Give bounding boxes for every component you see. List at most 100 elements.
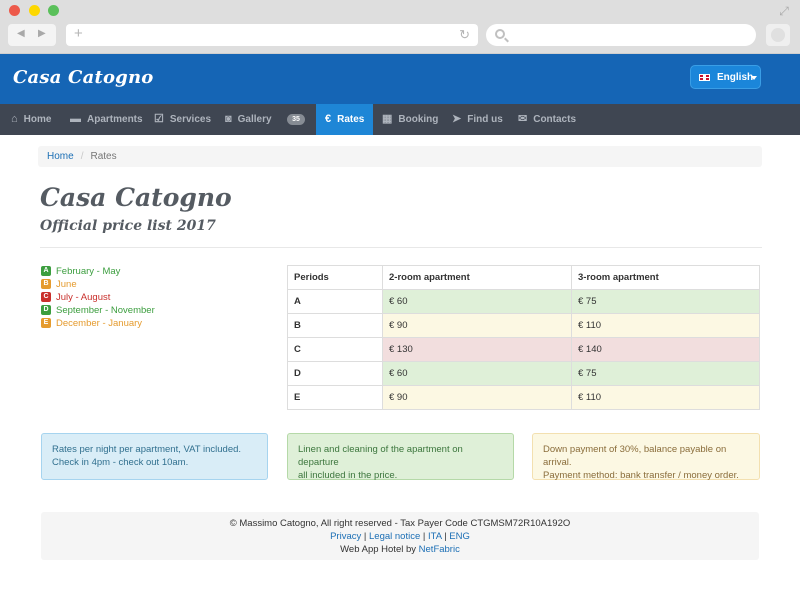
nav-item-services[interactable]: ☑ Services [154, 104, 211, 135]
legend-item: A February - May [41, 266, 155, 279]
two-room-price-cell: € 90 [382, 313, 572, 338]
two-room-price-cell: € 60 [382, 289, 572, 314]
info-text-line: Down payment of 30%, balance payable on … [543, 444, 727, 468]
legend-item: C July - August [41, 292, 155, 305]
credit-line: Web App Hotel by NetFabric [41, 543, 759, 556]
fullscreen-icon[interactable]: ⤢ [777, 4, 791, 18]
camera-icon: ◙ [225, 113, 232, 125]
page-title: Casa Catogno [40, 183, 232, 212]
legend-item: E December - January [41, 318, 155, 331]
info-box-rates: Rates per night per apartment, VAT inclu… [41, 433, 268, 480]
page-subtitle: Official price list 2017 [40, 218, 216, 234]
euro-icon: € [325, 113, 332, 125]
checkbox-icon: ☑ [154, 113, 164, 125]
period-range: February - May [56, 266, 121, 277]
period-range: June [56, 279, 77, 290]
period-code-badge: B [41, 279, 51, 290]
period-legend: A February - May B June C July - August D Se… [41, 266, 155, 331]
three-room-price-cell: € 75 [571, 361, 760, 386]
period-range: December - January [56, 318, 143, 329]
two-room-price-cell: € 130 [382, 337, 572, 362]
uk-flag-icon [699, 74, 710, 81]
three-room-price-cell: € 110 [571, 313, 760, 338]
nav-item-label: Services [169, 114, 212, 125]
period-code-badge: E [41, 318, 51, 329]
footer-separator: | [363, 531, 367, 542]
nav-item-contacts[interactable]: ✉ Contacts [518, 104, 576, 135]
nav-item-rates[interactable]: € Rates [316, 104, 374, 135]
caret-down-icon [751, 76, 757, 80]
language-label: English [717, 72, 754, 83]
period-code-badge: D [41, 305, 51, 316]
back-icon[interactable]: ◀ [17, 28, 25, 39]
nav-item-apartments[interactable]: ▬ Apartments [70, 104, 143, 135]
table-row: C € 130 € 140 [287, 337, 760, 362]
breadcrumb-home-link[interactable]: Home [47, 151, 74, 162]
reload-icon[interactable]: ↻ [459, 27, 470, 42]
nav-item-label: Home [23, 114, 52, 125]
site-header: Casa Catogno [0, 54, 800, 104]
legal-notice-link[interactable]: Legal notice [369, 531, 420, 542]
column-header: 2-room apartment [382, 265, 572, 290]
nav-item-home[interactable]: ⌂ Home [11, 104, 51, 135]
address-bar[interactable]: + ↻ [66, 24, 478, 46]
breadcrumb: Home / Rates [38, 146, 762, 167]
english-language-link[interactable]: ENG [449, 531, 470, 542]
browser-search-input[interactable] [486, 24, 756, 46]
breadcrumb-current: Rates [90, 151, 117, 162]
italian-language-link[interactable]: ITA [428, 531, 442, 542]
period-cell: D [287, 361, 383, 386]
privacy-link[interactable]: Privacy [330, 531, 361, 542]
new-tab-icon[interactable]: + [74, 26, 83, 42]
nav-item-label: Gallery [237, 114, 272, 125]
period-cell: A [287, 289, 383, 314]
three-room-price-cell: € 140 [571, 337, 760, 362]
site-logo[interactable]: Casa Catogno [13, 67, 153, 88]
nav-item-label: Booking [398, 114, 439, 125]
close-window-button[interactable] [9, 5, 20, 16]
calendar-icon: ▦ [382, 113, 393, 125]
period-cell: C [287, 337, 383, 362]
table-row: B € 90 € 110 [287, 313, 760, 338]
legend-item: D September - November [41, 305, 155, 318]
info-box-payment: Down payment of 30%, balance payable on … [532, 433, 760, 481]
period-code-badge: C [41, 292, 51, 303]
three-room-price-cell: € 75 [571, 289, 760, 314]
language-dropdown[interactable]: English [690, 65, 761, 89]
home-icon: ⌂ [11, 113, 18, 125]
period-code-badge: A [41, 266, 51, 277]
history-buttons: ◀ ▶ [8, 24, 56, 46]
minimize-window-button[interactable] [29, 5, 40, 16]
nav-item-gallery[interactable]: ◙ Gallery [225, 104, 272, 135]
info-box-linen: Linen and cleaning of the apartment on d… [287, 433, 514, 481]
breadcrumb-separator: / [80, 151, 84, 162]
nav-item-find-us[interactable]: ➤ Find us [452, 104, 503, 135]
period-cell: E [287, 385, 383, 410]
column-header: Periods [287, 265, 383, 290]
location-arrow-icon: ➤ [452, 113, 462, 125]
info-text-line: Payment method: bank transfer / money or… [543, 470, 739, 481]
envelope-icon: ✉ [518, 113, 528, 125]
table-header-row: Periods 2-room apartment 3-room apartmen… [287, 265, 760, 290]
main-nav: ⌂ Home ▬ Apartments ☑ Services ◙ Gallery € Ra… [0, 104, 800, 135]
footer-separator: | [444, 531, 447, 542]
netfabric-link[interactable]: NetFabric [419, 544, 460, 555]
period-range: July - August [56, 292, 111, 303]
nav-item-label: Rates [337, 114, 365, 125]
period-cell: B [287, 313, 383, 338]
footer-separator: | [422, 531, 426, 542]
divider [40, 247, 762, 248]
search-icon [495, 29, 505, 39]
footer-links: Privacy | Legal notice | ITA | ENG [41, 530, 759, 543]
nav-item-booking[interactable]: ▦ Booking [382, 104, 438, 135]
maximize-window-button[interactable] [48, 5, 59, 16]
two-room-price-cell: € 60 [382, 361, 572, 386]
browser-menu-button[interactable] [766, 24, 790, 46]
period-range: September - November [56, 305, 155, 316]
forward-icon[interactable]: ▶ [38, 28, 46, 39]
table-row: E € 90 € 110 [287, 385, 760, 410]
table-row: D € 60 € 75 [287, 361, 760, 386]
nav-item-label: Contacts [533, 114, 577, 125]
info-text-line: Linen and cleaning of the apartment on d… [298, 444, 463, 468]
nav-item-label: Apartments [87, 114, 143, 125]
